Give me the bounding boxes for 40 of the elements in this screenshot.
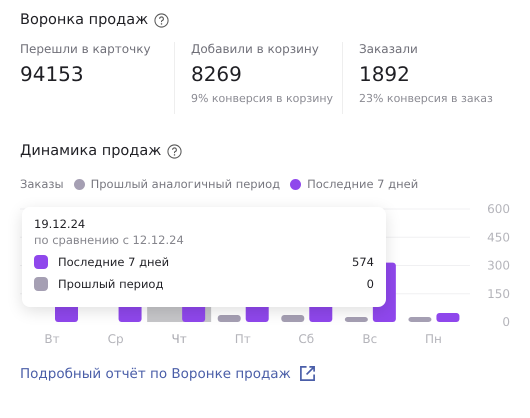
help-icon[interactable]: [154, 12, 170, 28]
tooltip-value: 574: [352, 255, 374, 269]
axis-tick-label: Вс: [362, 332, 378, 346]
axis-tick-label: 450: [487, 230, 510, 244]
legend-item[interactable]: Последние 7 дней: [307, 177, 418, 191]
axis-tick-label: 600: [487, 204, 510, 216]
section-title: Воронка продаж: [20, 12, 148, 28]
external-link-icon: [298, 365, 316, 382]
legend-label: Заказы: [20, 177, 64, 191]
metric-label: Добавили в корзину: [190, 42, 320, 56]
metric-note: 9% конверсия в корзину: [190, 92, 334, 105]
tooltip-series: Последние 7 дней: [58, 255, 170, 269]
bar[interactable]: [281, 315, 304, 322]
axis-tick-label: 150: [487, 286, 510, 301]
help-icon[interactable]: [167, 144, 182, 158]
bar[interactable]: [218, 315, 241, 322]
tooltip-comparison: по сравнению с 12.12.24: [34, 233, 185, 247]
metric-note: 23% конверсия в заказ: [358, 92, 494, 105]
metric-label: Перешли в карточку: [20, 42, 152, 56]
axis-tick-label: 300: [487, 258, 510, 272]
metric-value: 8269: [190, 62, 243, 86]
report-link[interactable]: Подробный отчёт по Воронке продаж: [20, 365, 316, 382]
bar[interactable]: [344, 317, 368, 322]
axis-tick-label: Вт: [44, 332, 60, 346]
axis-tick-label: 0: [502, 315, 510, 329]
axis-tick-label: Пн: [425, 332, 442, 346]
metric-label: Заказали: [358, 42, 419, 56]
metric-value: 94153: [20, 62, 85, 86]
axis-tick-label: Чт: [172, 332, 187, 346]
axis-tick-label: Ср: [108, 332, 124, 346]
metric-value: 1892: [358, 62, 411, 86]
tooltip-date: 19.12.24: [34, 217, 86, 231]
bar[interactable]: [408, 317, 432, 322]
tooltip-series: Прошлый период: [58, 277, 164, 291]
axis-tick-label: Пт: [234, 332, 251, 346]
tooltip-value: 0: [366, 277, 374, 291]
section-title: Динамика продаж: [20, 143, 162, 159]
legend-item[interactable]: Прошлый аналогичный период: [90, 177, 280, 191]
bar[interactable]: [436, 312, 460, 322]
axis-tick-label: Сб: [298, 332, 314, 346]
